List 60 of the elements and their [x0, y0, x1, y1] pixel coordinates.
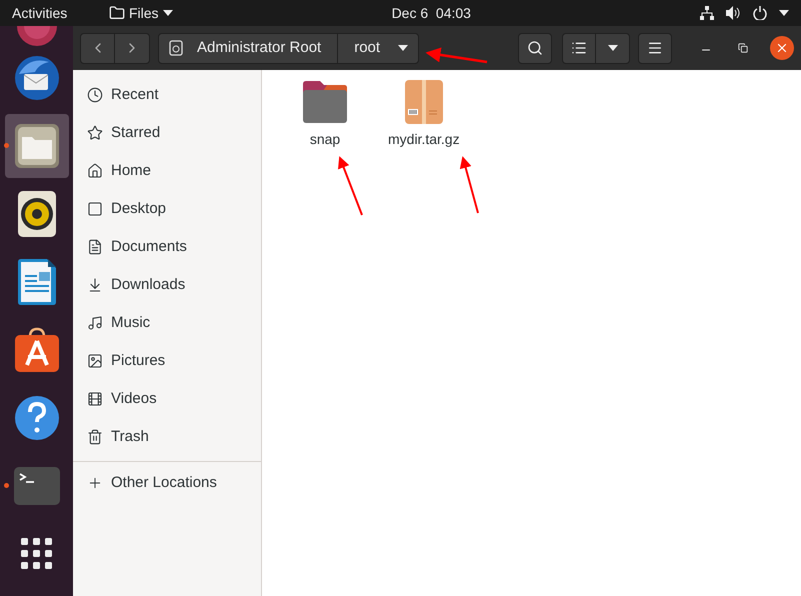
sidebar-item[interactable]: Music	[73, 304, 261, 342]
folder-icon	[109, 5, 125, 21]
dropdown-caret-icon	[398, 45, 408, 51]
clock-icon	[87, 87, 103, 103]
app-menu[interactable]: Files	[109, 2, 173, 24]
sidebar-item[interactable]: Home	[73, 152, 261, 190]
sidebar-item[interactable]: Other Locations	[73, 464, 261, 502]
help-icon	[14, 395, 60, 441]
trash-icon	[87, 429, 103, 445]
search-button[interactable]	[518, 32, 552, 64]
speaker-icon	[18, 191, 56, 237]
film-icon	[87, 391, 103, 407]
system-menu-caret-icon	[779, 10, 789, 16]
music-note-icon	[87, 315, 103, 331]
close-icon	[775, 41, 789, 55]
terminal-icon	[14, 467, 60, 505]
menu-icon	[647, 40, 663, 56]
menu-button[interactable]	[638, 32, 672, 64]
mail-bird-icon	[12, 54, 60, 102]
list-icon	[571, 40, 587, 56]
folder-icon	[14, 123, 60, 169]
power-icon[interactable]	[753, 6, 767, 20]
clock[interactable]: Dec 6 04:03	[392, 2, 471, 24]
dock-item[interactable]	[4, 114, 68, 178]
plus-icon	[87, 475, 103, 491]
sidebar-item[interactable]: Pictures	[73, 342, 261, 380]
annotation-arrow	[338, 156, 363, 216]
star-icon	[87, 125, 103, 141]
image-icon	[87, 353, 103, 369]
caret-icon	[608, 45, 618, 51]
sidebar-item[interactable]: Downloads	[73, 266, 261, 304]
caret-icon	[162, 10, 173, 16]
drive-icon	[169, 40, 183, 56]
document-icon	[87, 239, 103, 255]
annotation-arrow	[460, 156, 479, 214]
volume-icon[interactable]	[726, 6, 741, 20]
path-segment[interactable]: root	[337, 34, 418, 62]
sidebar-item[interactable]: Starred	[73, 114, 261, 152]
download-icon	[87, 277, 103, 293]
file-item[interactable]: snap	[296, 80, 354, 150]
restore-icon	[738, 43, 748, 53]
document-icon	[18, 259, 56, 305]
sidebar-item[interactable]: Videos	[73, 380, 261, 418]
package-icon	[404, 80, 443, 124]
folder-icon	[301, 80, 349, 124]
activities-button[interactable]: Activities	[12, 2, 97, 24]
home-icon	[87, 163, 103, 179]
file-item[interactable]: mydir.tar.gz	[388, 80, 460, 150]
network-icon[interactable]	[700, 6, 714, 20]
shopping-bag-icon	[14, 327, 60, 373]
close-button[interactable]	[770, 36, 794, 60]
annotation-arrow	[426, 47, 488, 64]
path-segment[interactable]: Administrator Root	[159, 34, 338, 62]
sidebar-item[interactable]: Recent	[73, 76, 261, 114]
sidebar-item[interactable]: Trash	[73, 418, 261, 456]
search-icon	[527, 40, 543, 56]
sidebar-item[interactable]: Desktop	[73, 190, 261, 228]
sidebar-item[interactable]: Documents	[73, 228, 261, 266]
desktop-icon	[87, 201, 103, 217]
app-grid-icon	[20, 538, 52, 570]
